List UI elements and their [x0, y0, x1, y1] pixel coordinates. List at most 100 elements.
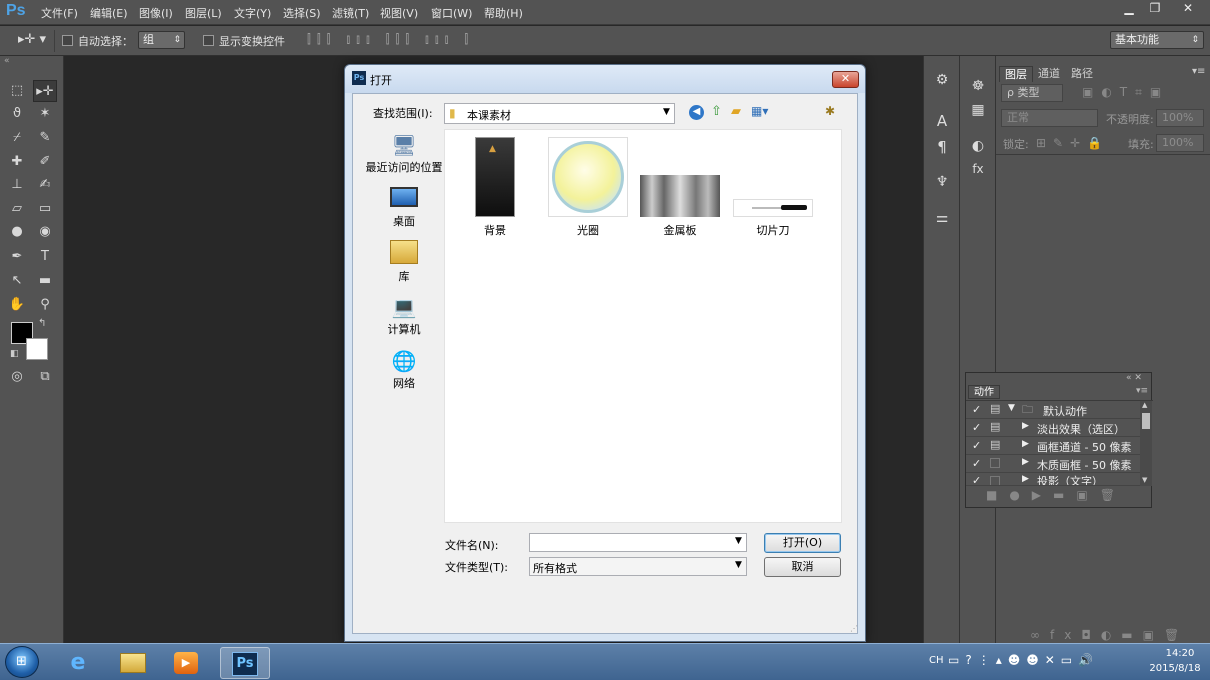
- tool-presets-icon[interactable]: ⚌: [930, 210, 954, 232]
- hand-tool-icon[interactable]: ✋: [5, 294, 29, 316]
- auto-select-dropdown[interactable]: 组 ⇕: [138, 31, 185, 49]
- check-icon[interactable]: ✓: [972, 421, 981, 434]
- background-color-icon[interactable]: [26, 338, 48, 360]
- quick-mask-icon[interactable]: ◎: [5, 366, 29, 388]
- scrollbar[interactable]: ▲ ▼: [1140, 401, 1152, 486]
- language-indicator[interactable]: CH: [929, 655, 944, 666]
- history-icon[interactable]: ⚙: [930, 72, 954, 94]
- menu-help[interactable]: 帮助(H): [484, 5, 523, 21]
- collapse-icon[interactable]: « ✕: [1126, 373, 1142, 383]
- place-desktop[interactable]: 桌面: [361, 187, 447, 229]
- eraser-tool-icon[interactable]: ▱: [5, 198, 29, 220]
- taskbar-photoshop[interactable]: Ps: [220, 647, 270, 679]
- brush-tool-icon[interactable]: ✐: [33, 151, 57, 173]
- blur-tool-icon[interactable]: ●: [5, 221, 29, 243]
- menu-file[interactable]: 文件(F): [41, 5, 78, 21]
- zoom-tool-icon[interactable]: ⚲: [33, 294, 57, 316]
- lock-icons[interactable]: ⊞✎✛🔒: [1036, 136, 1109, 150]
- type-tool-icon[interactable]: T: [33, 246, 57, 268]
- action-row[interactable]: ✓ ▤ ▶ 画框通道 - 50 像素: [966, 437, 1140, 455]
- dialog-toggle-icon[interactable]: ▤: [990, 438, 1000, 451]
- menu-filter[interactable]: 滤镜(T): [332, 5, 369, 21]
- lookin-dropdown[interactable]: ▮ 本课素材 ▼: [444, 103, 675, 124]
- file-item[interactable]: ▲ 背景: [450, 137, 540, 238]
- marquee-tool-icon[interactable]: ⬚: [5, 80, 29, 102]
- layer-footer-icons[interactable]: ∞fx◘◐▬▣🗑: [1030, 628, 1189, 642]
- gradient-tool-icon[interactable]: ▭: [33, 198, 57, 220]
- check-icon[interactable]: ✓: [972, 403, 981, 416]
- eyedropper-icon[interactable]: ✎: [33, 127, 57, 149]
- move-tool-preset-icon[interactable]: ▸✛ ▾: [18, 32, 46, 47]
- adjustments-icon[interactable]: ◐: [966, 138, 990, 160]
- filename-input[interactable]: ▼: [529, 533, 747, 552]
- lasso-tool-icon[interactable]: ϑ: [5, 103, 29, 125]
- file-item[interactable]: 金属板: [635, 137, 725, 238]
- dialog-toggle-icon[interactable]: [990, 476, 1000, 485]
- clone-stamp-icon[interactable]: ⊥: [5, 174, 29, 196]
- view-menu-icon[interactable]: ▦▾: [751, 104, 768, 118]
- paragraph-icon[interactable]: ¶: [930, 138, 954, 160]
- move-tool-icon[interactable]: ▸✛: [33, 80, 57, 102]
- place-libraries[interactable]: 库: [361, 240, 447, 284]
- close-icon[interactable]: ✕: [1173, 0, 1203, 18]
- pen-tool-icon[interactable]: ✒: [5, 246, 29, 268]
- swap-colors-icon[interactable]: ↰: [38, 318, 46, 329]
- brush-presets-icon[interactable]: ♆: [930, 174, 954, 196]
- start-button[interactable]: ⊞: [5, 646, 39, 678]
- character-icon[interactable]: A: [930, 112, 954, 134]
- opacity-field[interactable]: 100%: [1156, 109, 1204, 127]
- workspace-dropdown[interactable]: 基本功能 ⇕: [1110, 31, 1204, 49]
- place-network[interactable]: 🌐 网络: [361, 349, 447, 391]
- menu-view[interactable]: 视图(V): [380, 5, 418, 21]
- tab-layers[interactable]: 图层: [999, 66, 1033, 82]
- expand-icon[interactable]: ▶: [1022, 474, 1029, 484]
- panel-menu-icon[interactable]: ▾≡: [1136, 386, 1148, 396]
- default-colors-icon[interactable]: ◧: [10, 349, 19, 359]
- expand-icon[interactable]: ▶: [1022, 421, 1029, 431]
- magic-wand-icon[interactable]: ✶: [33, 103, 57, 125]
- tray-icons[interactable]: ▭?⋮▴☻☻✕▭🔊: [948, 653, 1099, 667]
- healing-brush-icon[interactable]: ✚: [5, 151, 29, 173]
- swatches-icon[interactable]: ▦: [966, 102, 990, 124]
- layer-filter-dropdown[interactable]: ρ 类型: [1001, 84, 1063, 102]
- styles-icon[interactable]: fx: [966, 162, 990, 184]
- action-row[interactable]: ✓ ▶ 投影（文字）: [966, 473, 1140, 486]
- check-icon[interactable]: ✓: [972, 474, 981, 485]
- tab-actions[interactable]: 动作: [968, 385, 1000, 399]
- rectangle-tool-icon[interactable]: ▬: [33, 270, 57, 292]
- dialog-toggle-icon[interactable]: [990, 458, 1000, 468]
- scroll-down-icon[interactable]: ▼: [1142, 476, 1147, 484]
- dialog-close-button[interactable]: ✕: [832, 71, 859, 88]
- action-footer-icons[interactable]: ■●▶▬▣🗑: [986, 488, 1127, 502]
- taskbar-media[interactable]: ▶: [163, 647, 209, 679]
- up-folder-icon[interactable]: ⇧: [711, 104, 722, 119]
- show-transform-checkbox[interactable]: [203, 35, 214, 46]
- file-item[interactable]: 切片刀: [728, 137, 818, 238]
- cancel-button[interactable]: 取消: [764, 557, 841, 577]
- taskbar-ie[interactable]: e: [55, 647, 101, 679]
- action-row[interactable]: ✓ ▤ ▶ 淡出效果（选区）: [966, 419, 1140, 437]
- taskbar-explorer[interactable]: [110, 647, 156, 679]
- fill-field[interactable]: 100%: [1156, 134, 1204, 152]
- scroll-thumb[interactable]: [1142, 413, 1150, 429]
- menu-select[interactable]: 选择(S): [283, 5, 321, 21]
- crop-tool-icon[interactable]: ⌿: [5, 127, 29, 149]
- expand-icon[interactable]: ▶: [1022, 439, 1029, 449]
- collapse-icon[interactable]: «: [4, 56, 10, 66]
- scroll-up-icon[interactable]: ▲: [1142, 401, 1147, 409]
- menu-window[interactable]: 窗口(W): [431, 5, 472, 21]
- desktop-shortcut-icon[interactable]: ✱: [825, 104, 835, 118]
- file-item[interactable]: 光圈: [543, 137, 633, 238]
- back-icon[interactable]: ◀: [689, 105, 704, 120]
- expand-icon[interactable]: ▶: [1022, 457, 1029, 467]
- auto-select-checkbox[interactable]: [62, 35, 73, 46]
- place-recent[interactable]: 🖥 最近访问的位置: [361, 133, 447, 175]
- check-icon[interactable]: ✓: [972, 457, 981, 470]
- path-select-icon[interactable]: ↖: [5, 270, 29, 292]
- panel-menu-icon[interactable]: ▾≡: [1192, 66, 1205, 77]
- dialog-toggle-icon[interactable]: ▤: [990, 402, 1000, 415]
- filter-icons[interactable]: ▣◐T⌗▣: [1082, 85, 1169, 100]
- action-row[interactable]: ✓ ▤ ▼ 🗀 默认动作: [966, 401, 1140, 419]
- new-folder-icon[interactable]: ▰: [731, 104, 741, 119]
- restore-icon[interactable]: ❐: [1140, 0, 1170, 18]
